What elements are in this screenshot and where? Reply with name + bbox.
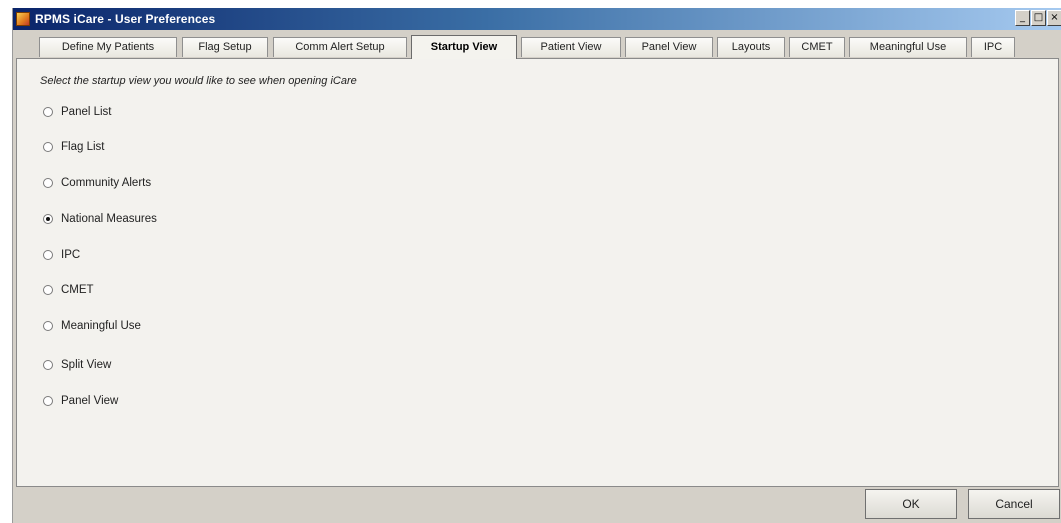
window-controls: _ □ × [1015, 10, 1061, 26]
preferences-window: RPMS iCare - User Preferences _ □ × Defi… [12, 8, 1061, 523]
radio-flag-list[interactable] [43, 142, 53, 152]
option-label: Panel View [61, 395, 119, 407]
tab-flag-setup[interactable]: Flag Setup [182, 37, 268, 57]
tab-panel-view[interactable]: Panel View [625, 37, 713, 57]
option-cmet[interactable]: CMET [43, 282, 94, 298]
tab-layouts[interactable]: Layouts [717, 37, 785, 57]
minimize-icon[interactable]: _ [1015, 10, 1030, 26]
option-community-alerts[interactable]: Community Alerts [43, 175, 151, 191]
tab-define-my-patients[interactable]: Define My Patients [39, 37, 177, 57]
close-icon[interactable]: × [1047, 10, 1061, 26]
option-panel-list[interactable]: Panel List [43, 104, 112, 120]
tab-startup-view[interactable]: Startup View [411, 35, 517, 59]
option-ipc[interactable]: IPC [43, 247, 80, 263]
option-flag-list[interactable]: Flag List [43, 139, 104, 155]
option-label: Split View [61, 359, 112, 371]
window-title: RPMS iCare - User Preferences [35, 12, 216, 26]
option-label: CMET [61, 284, 94, 296]
option-label: Community Alerts [61, 177, 152, 189]
tab-patient-view[interactable]: Patient View [521, 37, 621, 57]
option-panel-view[interactable]: Panel View [43, 393, 118, 409]
option-label: Meaningful Use [61, 320, 141, 332]
radio-cmet[interactable] [43, 285, 53, 295]
startup-view-panel [16, 58, 1059, 487]
tab-cmet[interactable]: CMET [789, 37, 845, 57]
tab-ipc[interactable]: IPC [971, 37, 1015, 57]
radio-community-alerts[interactable] [43, 178, 53, 188]
tab-meaningful-use[interactable]: Meaningful Use [849, 37, 967, 57]
radio-meaningful-use[interactable] [43, 321, 53, 331]
radio-national-measures[interactable] [43, 214, 53, 224]
radio-ipc[interactable] [43, 250, 53, 260]
ok-button[interactable]: OK [865, 489, 957, 519]
radio-panel-view[interactable] [43, 396, 53, 406]
option-split-view[interactable]: Split View [43, 357, 111, 373]
radio-panel-list[interactable] [43, 107, 53, 117]
icare-app-icon [16, 12, 30, 26]
option-label: IPC [61, 249, 81, 261]
radio-split-view[interactable] [43, 360, 53, 370]
option-label: National Measures [61, 213, 157, 225]
startup-instructions: Select the startup view you would like t… [40, 75, 357, 87]
option-meaningful-use[interactable]: Meaningful Use [43, 318, 141, 334]
option-label: Flag List [61, 141, 105, 153]
tab-comm-alert-setup[interactable]: Comm Alert Setup [273, 37, 407, 57]
option-label: Panel List [61, 106, 112, 118]
tab-strip: Define My Patients Flag Setup Comm Alert… [17, 35, 1057, 59]
title-bar[interactable]: RPMS iCare - User Preferences _ □ × [13, 8, 1061, 30]
option-national-measures[interactable]: National Measures [43, 211, 157, 227]
cancel-button[interactable]: Cancel [968, 489, 1060, 519]
maximize-icon[interactable]: □ [1031, 10, 1046, 26]
